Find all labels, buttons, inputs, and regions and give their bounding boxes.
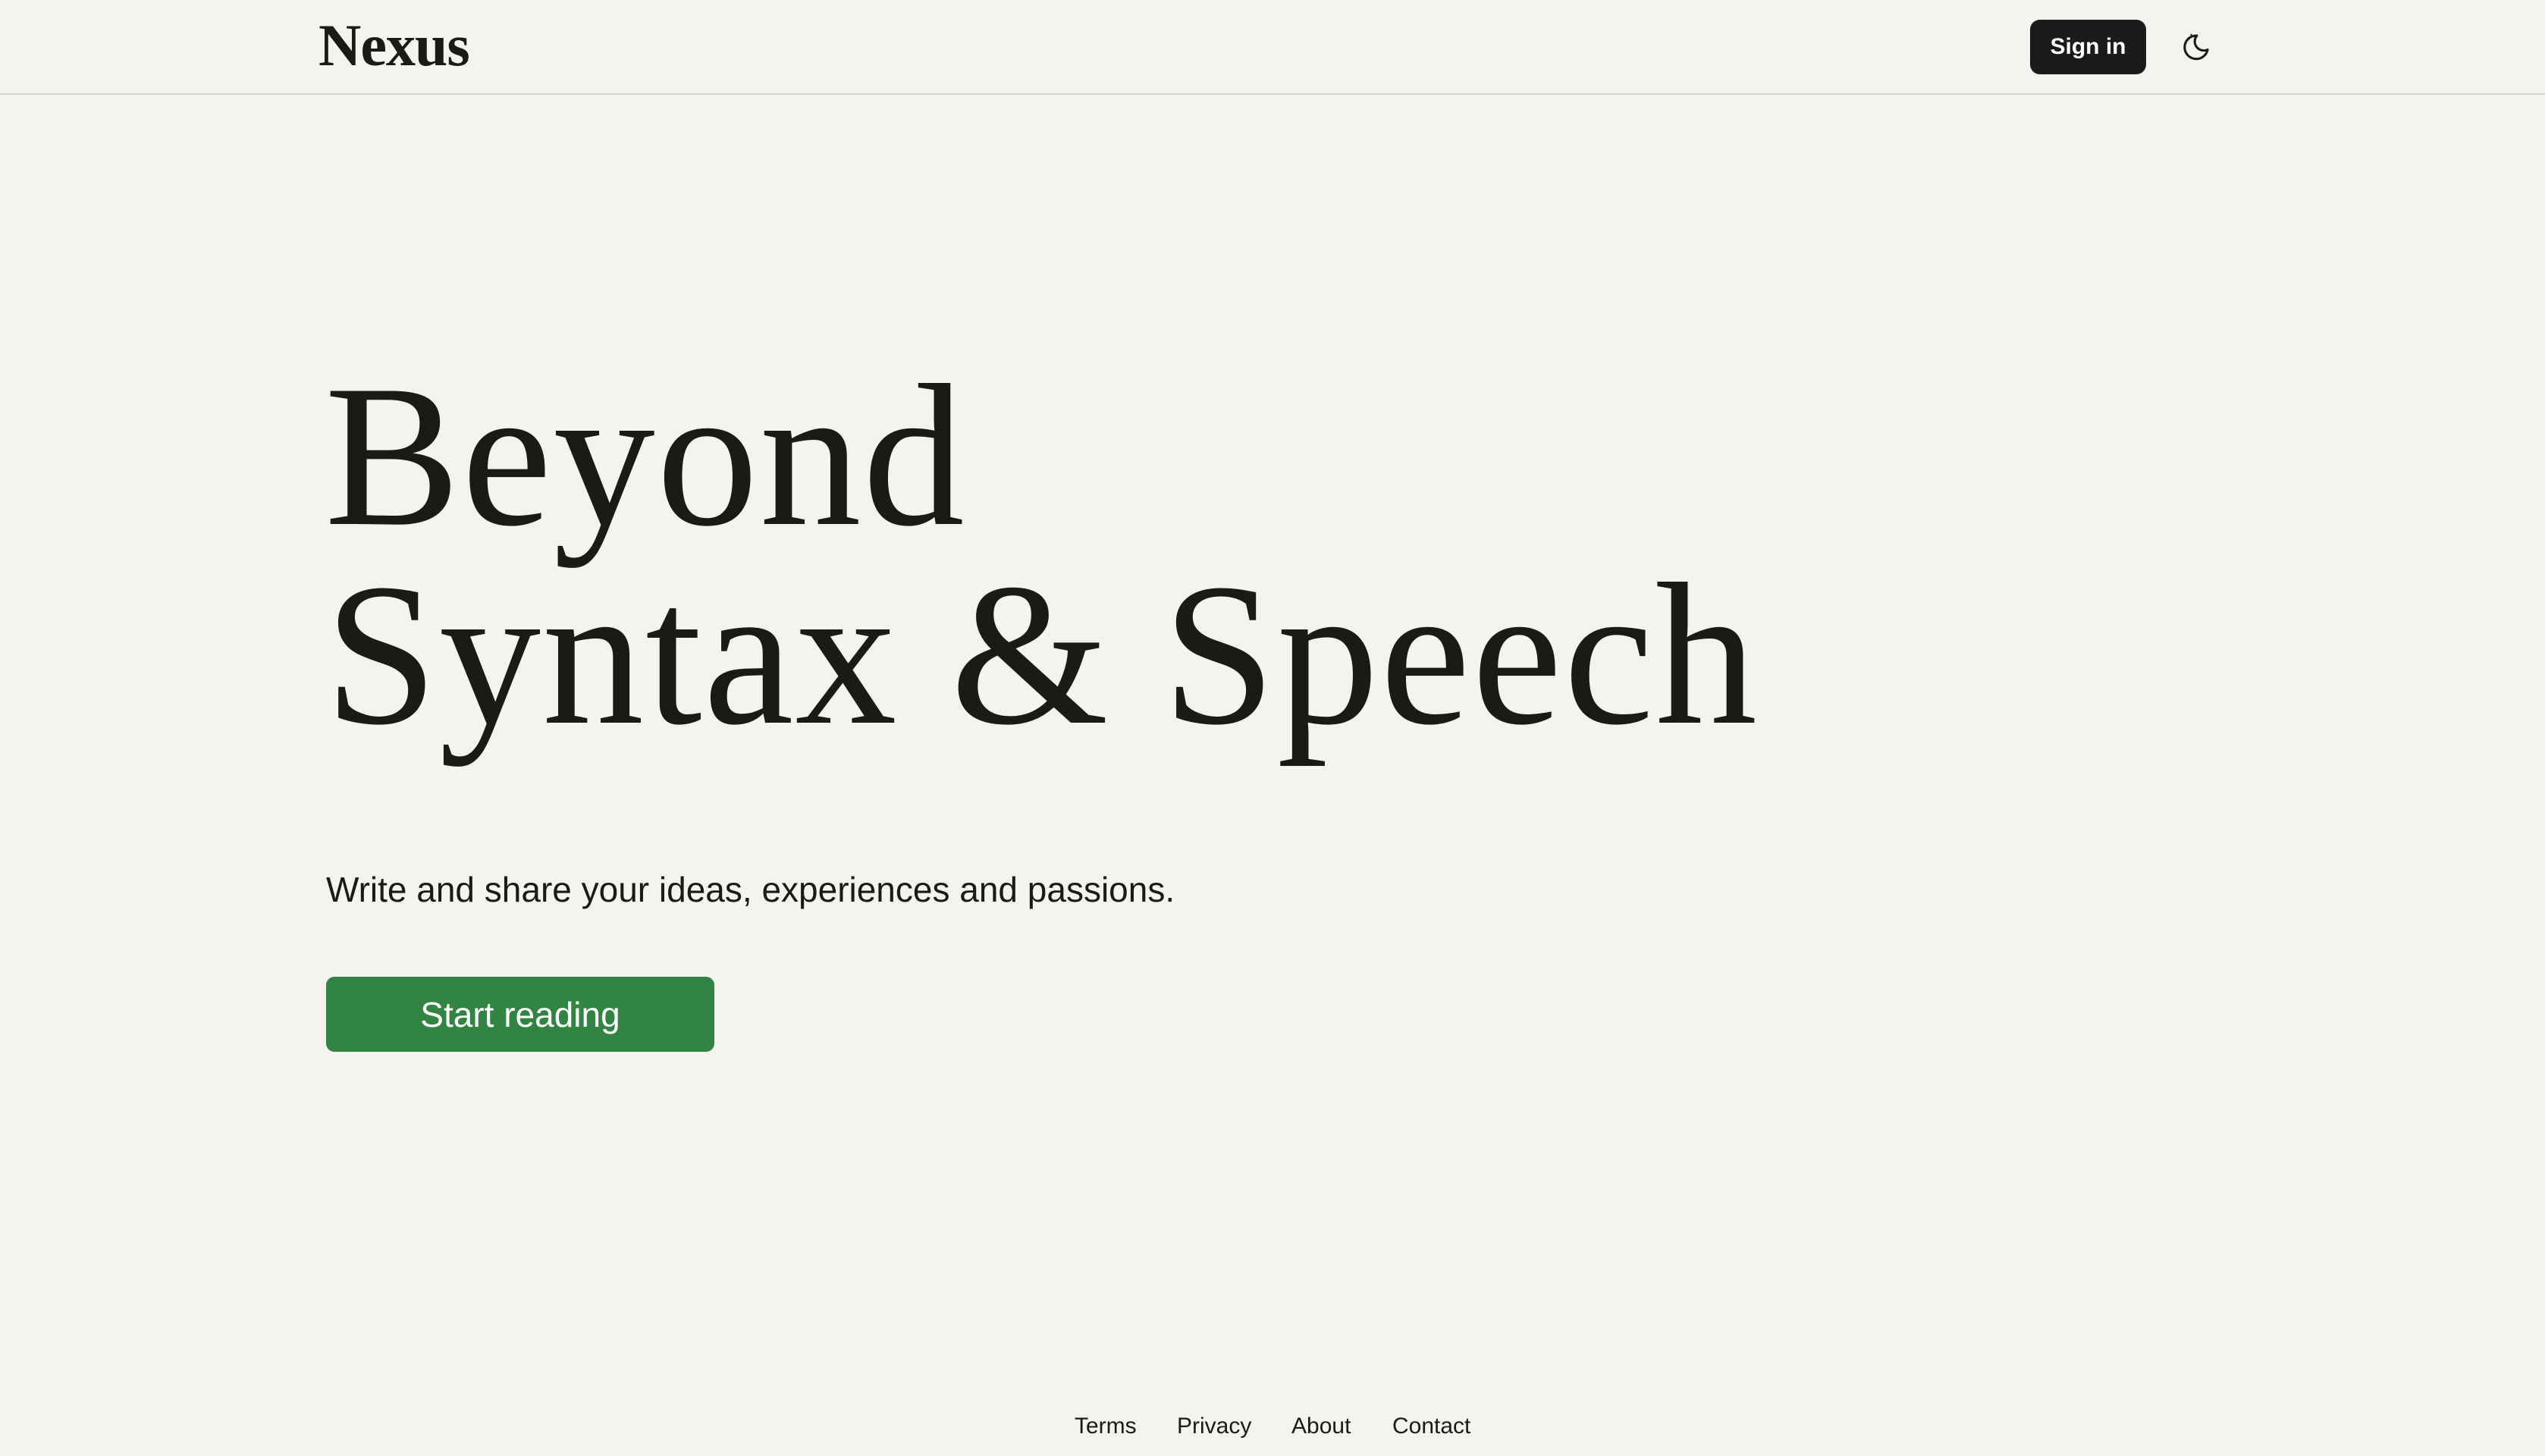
start-reading-button[interactable]: Start reading [326, 977, 714, 1052]
footer-link-privacy[interactable]: Privacy [1177, 1405, 1251, 1448]
footer-link-contact[interactable]: Contact [1392, 1405, 1470, 1448]
logo[interactable]: Nexus [319, 11, 470, 80]
footer-link-about[interactable]: About [1291, 1405, 1351, 1448]
sign-in-button[interactable]: Sign in [2030, 20, 2146, 74]
theme-toggle-button[interactable] [2175, 27, 2217, 67]
top-nav: Nexus Sign in [0, 0, 2545, 95]
moon-stars-icon [2183, 33, 2209, 61]
hero-title-line-1: Beyond [325, 343, 966, 568]
footer-link-terms[interactable]: Terms [1075, 1405, 1137, 1448]
hero-tagline: Write and share your ideas, experiences … [326, 870, 1175, 909]
hero-title-line-2: Syntax & Speech [325, 541, 1759, 767]
hero-title: Beyond Syntax & Speech [325, 343, 1759, 767]
footer: Terms Privacy About Contact [0, 1405, 2545, 1448]
